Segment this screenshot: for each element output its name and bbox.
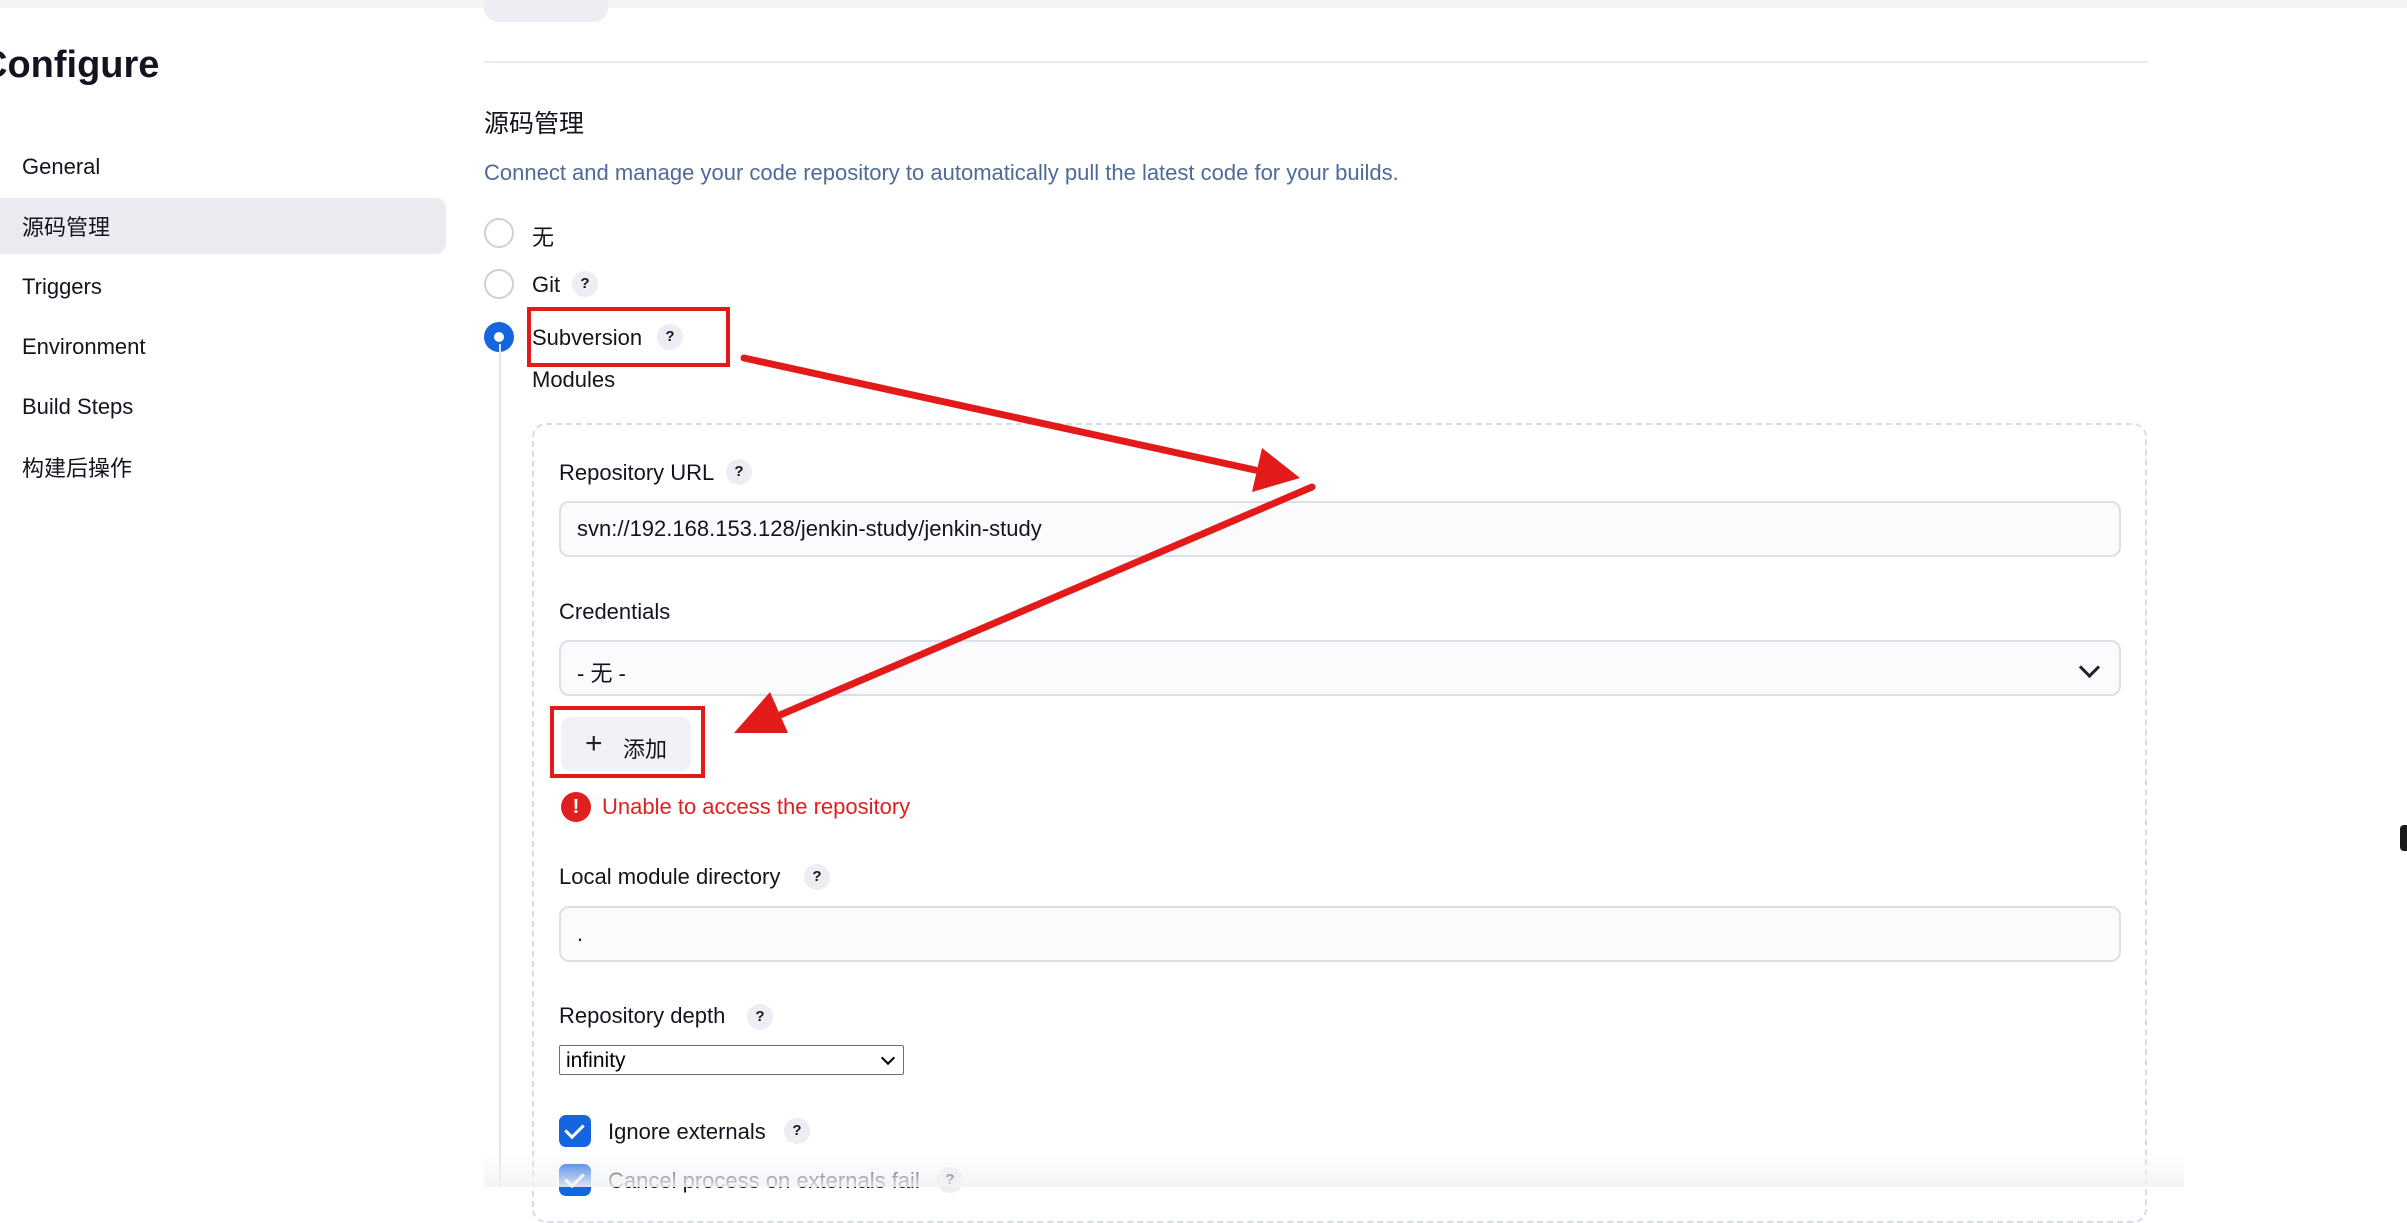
annotation-arrow-2: [734, 483, 1316, 733]
annotation-arrow-1: [740, 354, 1300, 492]
annotation-arrows: [734, 354, 1316, 733]
scroll-handle[interactable]: [2400, 825, 2407, 851]
